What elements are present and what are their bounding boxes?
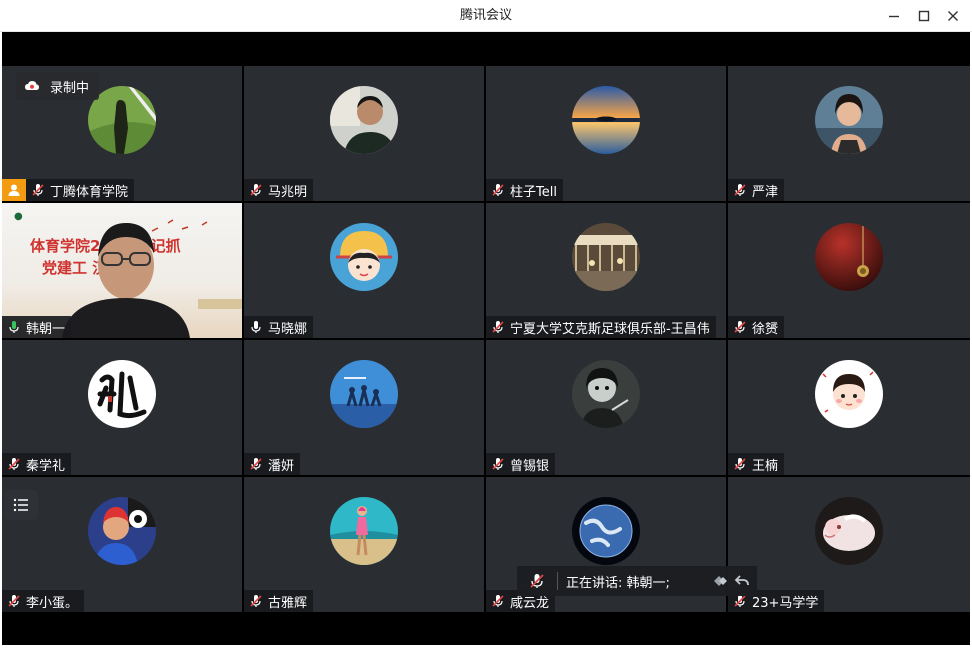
minimize-icon — [889, 15, 899, 18]
recording-indicator[interactable]: 录制中 — [16, 72, 100, 100]
name-tag: 柱子Tell — [486, 179, 563, 201]
avatar — [330, 223, 398, 291]
participant-name: 秦学礼 — [26, 458, 66, 474]
participant-tile[interactable]: 马兆明 — [244, 66, 484, 201]
participant-tile[interactable]: 23+马学学 — [728, 477, 970, 612]
diamond-icon[interactable] — [711, 572, 729, 590]
avatar — [572, 360, 640, 428]
participant-name: 23+马学学 — [752, 595, 819, 611]
mic-muted-icon — [732, 456, 748, 472]
avatar — [330, 360, 398, 428]
member-list-button[interactable] — [4, 490, 38, 520]
participant-tile[interactable]: 马晓娜 — [244, 203, 484, 338]
mic-muted-icon — [490, 593, 506, 609]
participant-tile[interactable]: 严津 — [728, 66, 970, 201]
name-tag: 秦学礼 — [2, 453, 72, 475]
mic-on-icon — [248, 319, 264, 335]
mic-muted-icon — [248, 593, 264, 609]
mic-muted-icon — [6, 593, 22, 609]
host-badge — [2, 179, 26, 201]
name-tag: 潘妍 — [244, 453, 301, 475]
name-tag: 曾锡银 — [486, 453, 556, 475]
avatar — [572, 497, 640, 565]
participant-name: 马兆明 — [268, 184, 308, 200]
participant-tile[interactable]: 秦学礼 — [2, 340, 242, 475]
avatar — [330, 86, 398, 154]
mic-muted-icon — [732, 182, 748, 198]
list-icon — [13, 498, 28, 512]
mic-muted-icon — [30, 182, 46, 198]
participant-tile[interactable]: 王楠 — [728, 340, 970, 475]
participant-tile[interactable]: 徐赟 — [728, 203, 970, 338]
participant-tile[interactable]: 宁夏大学艾克斯足球俱乐部-王昌伟 — [486, 203, 726, 338]
participant-name: 马晓娜 — [268, 321, 308, 337]
mic-muted-icon[interactable] — [527, 571, 547, 591]
title-bar: 腾讯会议 — [0, 0, 972, 32]
participant-name: 柱子Tell — [510, 184, 557, 200]
speaking-label: 正在讲话: 韩朝一; — [566, 575, 670, 591]
undo-arrow-icon[interactable] — [733, 572, 751, 590]
participant-tile-active[interactable]: ● 体育学院2 支部书记抓 党建工 汉考核会 韩朝一 — [2, 203, 242, 338]
speaking-actions — [711, 572, 751, 590]
participant-tile[interactable]: 潘妍 — [244, 340, 484, 475]
participant-name: 宁夏大学艾克斯足球俱乐部-王昌伟 — [510, 321, 710, 337]
speaking-indicator: 正在讲话: 韩朝一; — [517, 566, 757, 596]
avatar — [815, 223, 883, 291]
minimize-button[interactable] — [884, 6, 904, 26]
mic-muted-icon — [248, 182, 264, 198]
participant-name: 徐赟 — [752, 321, 779, 337]
mic-on-icon — [6, 319, 22, 335]
mic-muted-icon — [732, 319, 748, 335]
participant-tile[interactable]: 李小蛋。 — [2, 477, 242, 612]
name-tag: 古雅辉 — [244, 590, 314, 612]
avatar — [815, 360, 883, 428]
close-icon — [948, 11, 958, 21]
participant-name: 曾锡银 — [510, 458, 550, 474]
maximize-button[interactable] — [914, 6, 934, 26]
cloud-record-icon — [25, 81, 39, 90]
window-title: 腾讯会议 — [459, 8, 512, 23]
mic-muted-icon — [6, 456, 22, 472]
avatar — [88, 497, 156, 565]
participant-name: 王楠 — [752, 458, 779, 474]
participant-name: 古雅辉 — [268, 595, 308, 611]
mic-muted-icon — [490, 456, 506, 472]
name-tag: 王楠 — [728, 453, 785, 475]
avatar — [572, 86, 640, 154]
participant-name: 严津 — [752, 184, 779, 200]
maximize-icon — [918, 10, 930, 22]
mic-muted-icon — [490, 182, 506, 198]
avatar — [88, 360, 156, 428]
participant-name: 潘妍 — [268, 458, 295, 474]
name-tag: 徐赟 — [728, 316, 785, 338]
participant-name: 韩朝一 — [26, 321, 66, 337]
name-tag: 韩朝一 — [2, 316, 72, 338]
name-tag: 严津 — [728, 179, 785, 201]
avatar — [330, 497, 398, 565]
name-tag: 丁腾体育学院 — [26, 179, 135, 201]
participant-tile[interactable]: 古雅辉 — [244, 477, 484, 612]
participant-grid: 丁腾体育学院 马兆明 柱子Tell 严津 ● 体育学院2 党建工 汉考核会 韩朝… — [2, 66, 970, 612]
participant-name: 丁腾体育学院 — [50, 184, 129, 200]
divider — [557, 572, 558, 590]
mic-muted-icon — [248, 456, 264, 472]
mic-muted-icon — [490, 319, 506, 335]
close-button[interactable] — [943, 6, 963, 26]
avatar — [815, 497, 883, 565]
participant-tile[interactable]: 曾锡银 — [486, 340, 726, 475]
name-tag: 宁夏大学艾克斯足球俱乐部-王昌伟 — [486, 316, 716, 338]
name-tag: 李小蛋。 — [2, 590, 85, 612]
user-icon — [8, 184, 20, 196]
name-tag: 马晓娜 — [244, 316, 314, 338]
name-tag: 马兆明 — [244, 179, 314, 201]
recording-label: 录制中 — [50, 80, 90, 96]
participant-tile[interactable]: 柱子Tell — [486, 66, 726, 201]
avatar — [815, 86, 883, 154]
participant-name: 李小蛋。 — [26, 595, 79, 611]
avatar — [572, 223, 640, 291]
